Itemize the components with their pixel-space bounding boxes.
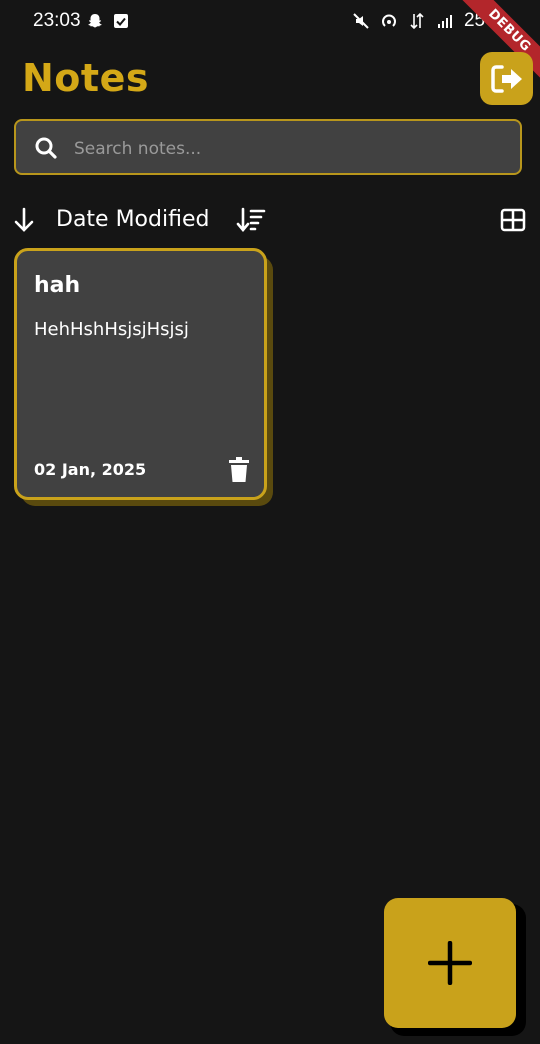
page-title: Notes xyxy=(22,56,149,100)
trash-icon[interactable] xyxy=(228,457,250,483)
mute-icon xyxy=(353,13,369,29)
search-bar[interactable] xyxy=(14,119,522,175)
note-card[interactable]: hah HehHshHsjsjHsjsj 02 Jan, 2025 xyxy=(14,248,267,500)
data-arrows-icon xyxy=(410,12,424,30)
hotspot-icon xyxy=(382,14,396,27)
add-note-button[interactable] xyxy=(384,898,516,1028)
note-date: 02 Jan, 2025 xyxy=(34,460,147,479)
search-input[interactable] xyxy=(72,133,496,165)
arrow-down-icon[interactable] xyxy=(12,206,36,234)
plus-icon xyxy=(428,941,472,985)
status-bar: 23:03 25% DEBUG xyxy=(0,0,540,85)
logout-button[interactable] xyxy=(480,52,533,105)
status-time: 23:03 xyxy=(33,10,81,31)
status-left-icons xyxy=(86,12,130,30)
snapchat-icon xyxy=(88,14,102,28)
sort-icon[interactable] xyxy=(236,206,266,234)
checkbox-icon xyxy=(114,14,128,28)
note-body: HehHshHsjsjHsjsj xyxy=(34,319,189,340)
note-title: hah xyxy=(34,273,81,298)
search-icon xyxy=(35,137,57,159)
sort-label[interactable]: Date Modified xyxy=(56,207,209,232)
logout-icon xyxy=(490,64,522,93)
signal-icon xyxy=(437,15,452,28)
grid-icon[interactable] xyxy=(500,208,526,232)
